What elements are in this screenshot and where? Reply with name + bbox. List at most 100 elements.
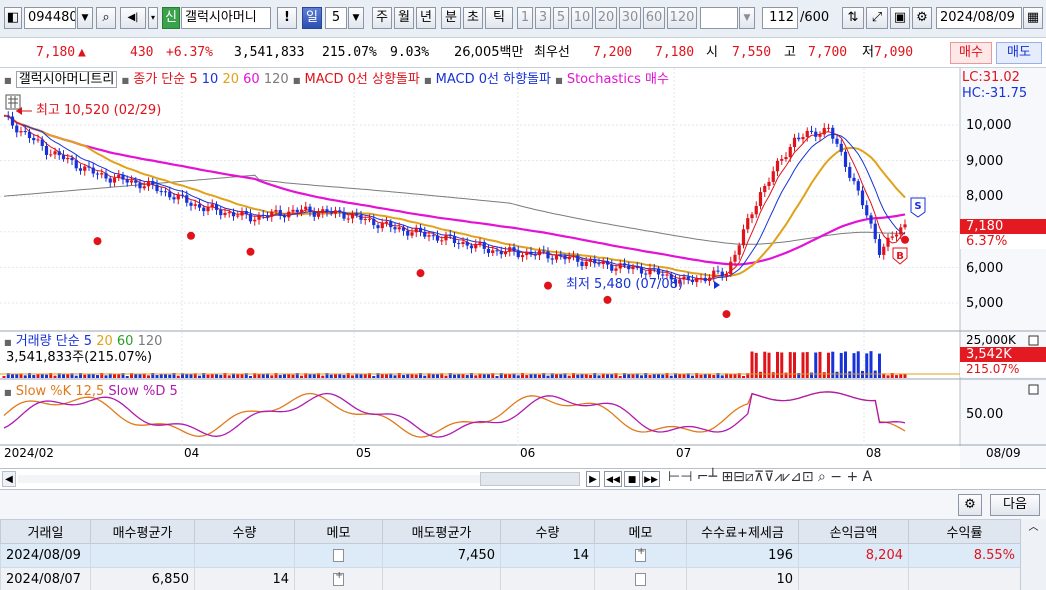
table-row[interactable]: 2024/08/07 6,850 14 10 [0,567,1021,590]
min-120-button[interactable]: 120 [667,7,697,29]
col-sell-qty[interactable]: 수량 [500,519,595,544]
volume-ma120[interactable]: 120 [138,334,163,349]
legend-stoch-buy[interactable]: Stochastics 매수 [567,72,669,87]
custom-minute-input[interactable] [700,7,738,29]
candle-body [410,232,414,236]
cell-buy-memo[interactable] [294,567,383,590]
legend-stock-name[interactable]: 갤럭시아머니트리 [15,71,118,88]
calendar-icon[interactable]: ▦ [1023,7,1043,29]
min-30-button[interactable]: 30 [619,7,641,29]
volume-ma60[interactable]: 60 [117,334,134,349]
cell-sell-memo[interactable] [594,567,687,590]
period-minute-button[interactable]: 분 [441,7,461,29]
period-count-input[interactable]: 5 [325,7,347,29]
col-fee[interactable]: 수수료+제세금 [686,519,799,544]
table-settings-gear-icon[interactable]: ⚙ [958,494,982,516]
stoch-k-legend[interactable]: Slow %K 12,5 [16,384,105,399]
min-60-button[interactable]: 60 [643,7,665,29]
candle-body [886,237,890,247]
period-day-button[interactable]: 일 [302,7,322,29]
date-input[interactable]: 2024/08/09 [936,7,1022,29]
search-icon[interactable]: ⌕ [96,7,116,29]
scroll-right-icon[interactable]: ▶ [586,471,600,487]
chart-canvas[interactable]: S B [0,68,1046,468]
candle-body [899,227,903,235]
col-buy-memo[interactable]: 메모 [294,519,383,544]
min-20-button[interactable]: 20 [595,7,617,29]
code-dropdown-icon[interactable]: ▼ [77,7,93,29]
col-return[interactable]: 수익률 [908,519,1021,544]
memo-add-icon[interactable] [635,546,646,562]
legend-macd-up[interactable]: MACD 0선 상향돌파 [305,72,420,87]
col-sell-memo[interactable]: 메모 [594,519,687,544]
col-sell-avg[interactable]: 매도평균가 [382,519,501,544]
scroll-thumb[interactable] [480,472,580,486]
forward-icon[interactable]: ▶▶ [642,471,660,487]
alert-button[interactable]: ! [277,7,297,29]
scroll-left-icon[interactable]: ◀ [2,471,16,487]
volume-bar [431,374,435,378]
range-count-input[interactable]: 112 [762,7,798,29]
next-button[interactable]: 다음 [990,494,1040,516]
legend-ma10[interactable]: 10 [202,72,219,87]
period-dropdown-icon[interactable]: ▼ [348,7,364,29]
candle-body [780,159,784,161]
col-buy-avg[interactable]: 매수평균가 [90,519,195,544]
memo-icon[interactable] [635,573,646,586]
cell-buy-memo[interactable] [294,543,383,568]
period-second-button[interactable]: 초 [463,7,483,29]
legend-ma-label[interactable]: 종가 단순 [133,72,185,87]
memo-add-icon[interactable] [333,570,344,586]
legend-ma60[interactable]: 60 [243,72,260,87]
stock-code-input[interactable]: 094480 [24,7,76,29]
scroll-up-icon[interactable]: ︿ [1021,519,1046,537]
legend-bullet-icon: ■ [121,76,130,85]
legend-ma5[interactable]: 5 [189,72,197,87]
more-dropdown-icon[interactable]: ▾ [148,7,158,29]
col-buy-qty[interactable]: 수량 [194,519,295,544]
gear-icon[interactable]: ⚙ [912,7,932,29]
custom-minute-dropdown-icon[interactable]: ▼ [739,7,755,29]
stoch-d-legend[interactable]: Slow %D 5 [108,384,177,399]
legend-ma20[interactable]: 20 [222,72,239,87]
legend-macd-down[interactable]: MACD 0선 하향돌파 [436,72,551,87]
y-tick-10000: 10,000 [966,118,1012,133]
stoch-panel-close-icon[interactable] [1028,384,1039,395]
min-1-button[interactable]: 1 [517,7,533,29]
stop-icon[interactable]: ■ [624,471,640,487]
stoch-y-tick: 50.00 [966,407,1004,422]
col-trade-date[interactable]: 거래일 [0,519,91,544]
trend-icon[interactable]: ⤢ [866,7,888,29]
min-10-button[interactable]: 10 [571,7,593,29]
drawing-tools-icon[interactable]: ⊢⊣ ⌐┴ ⊞⊟⧄⊼⊽⩘⩗⊿⊡ ⌕ − + A [668,469,872,485]
zoom-icon[interactable]: ⇅ [842,7,864,29]
cell-sell-memo[interactable] [594,543,687,568]
buy-button[interactable]: 매수 [950,42,992,64]
table-vertical-scrollbar[interactable]: ︿ [1020,519,1046,590]
volume-ma20[interactable]: 20 [96,334,113,349]
candle-body [542,250,546,252]
save-icon[interactable]: ▣ [890,7,910,29]
rewind-icon[interactable]: ◀◀ [604,471,622,487]
prev-stock-icon[interactable]: ◀| [120,7,146,29]
volume-bar [227,375,231,378]
calculator-icon[interactable] [5,94,21,110]
period-year-button[interactable]: 년 [416,7,436,29]
volume-panel-close-icon[interactable] [1028,335,1039,346]
volume-ma5[interactable]: 5 [84,334,92,349]
min-5-button[interactable]: 5 [553,7,569,29]
table-row[interactable]: 2024/08/09 7,450 14 196 8,204 8.55% [0,543,1021,568]
volume-legend-ma[interactable]: 단순 [56,334,80,349]
legend-ma120[interactable]: 120 [264,72,289,87]
period-week-button[interactable]: 주 [372,7,392,29]
stock-name-field[interactable]: 갤럭시아머니 [181,7,271,29]
period-month-button[interactable]: 월 [394,7,414,29]
col-pnl[interactable]: 손익금액 [798,519,909,544]
period-tick-button[interactable]: 틱 [485,7,513,29]
sell-button[interactable]: 매도 [996,42,1042,64]
chart-menu-icon[interactable]: ◧ [4,7,22,29]
candle-body [431,235,435,237]
min-3-button[interactable]: 3 [535,7,551,29]
memo-icon[interactable] [333,549,344,562]
volume-legend-name[interactable]: 거래량 [16,334,52,349]
